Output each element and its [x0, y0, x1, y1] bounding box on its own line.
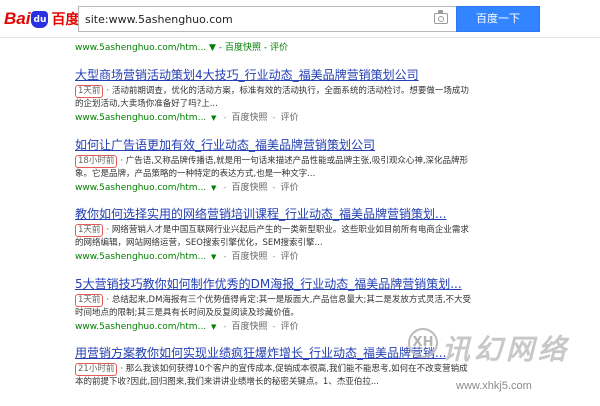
chevron-down-icon[interactable]: ▼	[209, 43, 216, 53]
divider: -	[263, 43, 268, 53]
site-watermark: XH 讯幻网络 www.xhkj5.com	[408, 328, 598, 402]
evaluate-link[interactable]: 评价	[280, 252, 298, 262]
logo-chinese-text: 百度	[51, 12, 80, 28]
search-result: 大型商场营销活动策划4大技巧_行业动态_福美品牌营销策划公司 1天前 · 活动前期…	[75, 52, 515, 123]
divider: -	[272, 321, 276, 332]
result-time-badge: 18小时前	[75, 154, 118, 168]
result-time-badge: 1天前	[75, 293, 104, 307]
chevron-down-icon[interactable]: ▼	[211, 323, 216, 331]
result-abstract-text: · 广告语,又称品牌传播语,就是用一句话来描述产品性能或品牌主张,吸引观众心神,…	[75, 155, 469, 179]
evaluate-link[interactable]: 评价	[270, 43, 288, 53]
snapshot-link[interactable]: 百度快照	[231, 252, 267, 262]
result-title-link[interactable]: 5大营销技巧教你如何制作优秀的DM海报_行业动态_福美品牌营销策划...	[75, 275, 515, 291]
result-title-link[interactable]: 教你如何选择实用的网络营销培训课程_行业动态_福美品牌营销策划...	[75, 205, 515, 221]
previous-result-url-line: www.5ashenghuo.com/htm... ▼ - 百度快照 - 评价	[75, 40, 515, 53]
search-result: 5大营销技巧教你如何制作优秀的DM海报_行业动态_福美品牌营销策划... 1天前…	[75, 261, 515, 332]
camera-icon[interactable]	[434, 10, 448, 24]
result-abstract: 1天前 · 活动前期调查，优化的活动方案，标准有效的活动执行，全面系统的活动检讨。…	[75, 85, 475, 109]
search-header: Bai du 百度 百度一下	[0, 0, 600, 38]
evaluate-link[interactable]: 评价	[280, 113, 298, 123]
watermark-text: 讯幻网络	[442, 333, 571, 366]
result-abstract-text: · 总结起来,DM海报有三个优势值得肯定:其一是版面大,产品信息量大;其二是发放…	[75, 294, 472, 318]
result-url-line: www.5ashenghuo.com/htm... ▼ - 百度快照 - 评价	[75, 180, 515, 193]
chevron-down-icon[interactable]: ▼	[211, 184, 216, 192]
result-url[interactable]: www.5ashenghuo.com/htm...	[75, 43, 206, 53]
baidu-logo[interactable]: Bai du 百度	[4, 8, 79, 30]
result-time-badge: 1天前	[75, 85, 104, 98]
result-url[interactable]: www.5ashenghuo.com/htm...	[75, 113, 206, 123]
search-input[interactable]	[85, 7, 425, 31]
divider: -	[223, 182, 227, 193]
evaluate-link[interactable]: 评价	[280, 183, 298, 193]
search-result: 教你如何选择实用的网络营销培训课程_行业动态_福美品牌营销策划... 1天前 · …	[75, 191, 515, 262]
divider: -	[223, 321, 227, 332]
chevron-down-icon[interactable]: ▼	[211, 114, 216, 122]
search-button[interactable]: 百度一下	[456, 6, 540, 32]
divider: -	[272, 182, 276, 193]
snapshot-link[interactable]: 百度快照	[231, 322, 267, 332]
snapshot-link[interactable]: 百度快照	[231, 113, 267, 123]
divider: -	[272, 252, 276, 262]
result-url[interactable]: www.5ashenghuo.com/htm...	[75, 183, 206, 193]
divider: -	[223, 113, 227, 123]
result-title-link[interactable]: 如何让广告语更加有效_行业动态_福美品牌营销策划公司	[75, 136, 515, 152]
result-abstract: 1天前 · 总结起来,DM海报有三个优势值得肯定:其一是版面大,产品信息量大;其二…	[75, 293, 475, 318]
watermark-logo-icon: XH	[408, 328, 438, 358]
logo-bai-text: Bai	[4, 9, 31, 28]
result-time-badge: 21小时前	[75, 363, 118, 376]
result-time-badge: 1天前	[75, 224, 104, 237]
evaluate-link[interactable]: 评价	[280, 322, 298, 332]
paw-icon: du	[31, 10, 49, 28]
search-box	[78, 6, 456, 32]
chevron-down-icon[interactable]: ▼	[211, 253, 216, 261]
divider: -	[223, 252, 227, 262]
result-url[interactable]: www.5ashenghuo.com/htm...	[75, 252, 206, 262]
result-abstract: 18小时前 · 广告语,又称品牌传播语,就是用一句话来描述产品性能或品牌主张,吸引…	[75, 154, 475, 179]
result-url[interactable]: www.5ashenghuo.com/htm...	[75, 322, 206, 332]
result-abstract: 1天前 · 网络营销人才是中国互联网行业兴起后产生的一类新型职业。这些职业如目前所…	[75, 224, 475, 248]
snapshot-link[interactable]: 百度快照	[225, 43, 261, 53]
result-url-line: www.5ashenghuo.com/htm... ▼ - 百度快照 - 评价	[75, 110, 515, 123]
result-abstract-text: · 活动前期调查，优化的活动方案，标准有效的活动执行，全面系统的活动检讨。想要做…	[75, 86, 469, 109]
result-url-line: www.5ashenghuo.com/htm... ▼ - 百度快照 - 评价	[75, 249, 515, 262]
divider: -	[218, 43, 223, 53]
result-abstract-text: · 网络营销人才是中国互联网行业兴起后产生的一类新型职业。这些职业如目前所有电商…	[75, 225, 469, 248]
result-title-link[interactable]: 大型商场营销活动策划4大技巧_行业动态_福美品牌营销策划公司	[75, 66, 515, 82]
watermark-url: www.xhkj5.com	[456, 380, 532, 392]
search-result: 如何让广告语更加有效_行业动态_福美品牌营销策划公司 18小时前 · 广告语,又称…	[75, 122, 515, 193]
snapshot-link[interactable]: 百度快照	[231, 183, 267, 193]
divider: -	[272, 113, 276, 123]
